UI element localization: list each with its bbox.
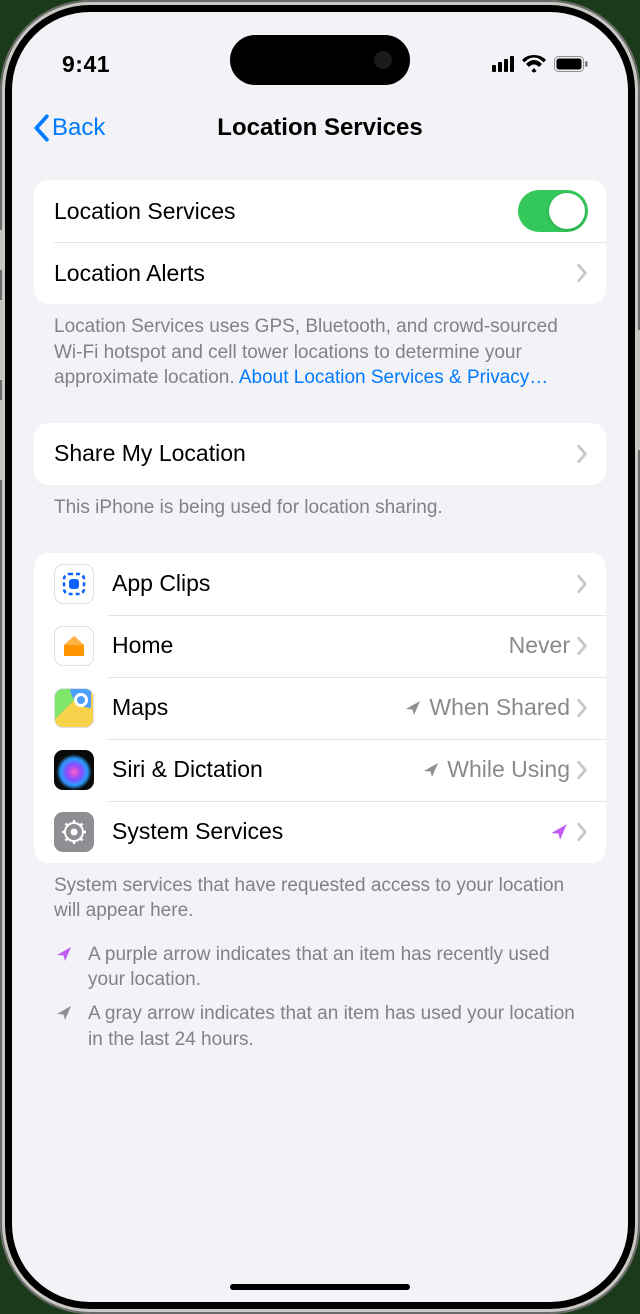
location-arrow-purple-icon <box>548 821 570 843</box>
system-services-row[interactable]: System Services <box>34 801 606 863</box>
location-arrow-gray-icon <box>403 698 423 718</box>
maps-row[interactable]: Maps When Shared <box>34 677 606 739</box>
apps-group: App Clips Home Never Maps When Shared <box>34 553 606 863</box>
home-row[interactable]: Home Never <box>34 615 606 677</box>
legend-purple-row: A purple arrow indicates that an item ha… <box>34 938 606 997</box>
legend-gray-row: A gray arrow indicates that an item has … <box>34 997 606 1056</box>
siri-label: Siri & Dictation <box>112 756 421 783</box>
chevron-right-icon <box>576 574 588 594</box>
dynamic-island <box>230 35 410 85</box>
location-arrow-purple-icon <box>54 944 74 964</box>
app-clips-label: App Clips <box>112 570 576 597</box>
maps-detail: When Shared <box>429 694 570 721</box>
home-icon <box>54 626 94 666</box>
location-alerts-row[interactable]: Location Alerts <box>34 242 606 304</box>
app-clips-row[interactable]: App Clips <box>34 553 606 615</box>
system-services-description: System services that have requested acce… <box>34 863 606 928</box>
maps-icon <box>54 688 94 728</box>
share-location-description: This iPhone is being used for location s… <box>34 485 606 525</box>
legend-purple-text: A purple arrow indicates that an item ha… <box>88 942 586 993</box>
back-label: Back <box>52 114 105 142</box>
about-privacy-link[interactable]: About Location Services & Privacy… <box>239 367 548 388</box>
chevron-right-icon <box>576 822 588 842</box>
maps-label: Maps <box>112 694 403 721</box>
chevron-right-icon <box>576 760 588 780</box>
location-services-label: Location Services <box>54 198 518 225</box>
chevron-right-icon <box>576 636 588 656</box>
system-services-label: System Services <box>112 818 548 845</box>
chevron-left-icon <box>32 114 50 142</box>
location-arrow-gray-icon <box>54 1003 74 1023</box>
location-services-group: Location Services Location Alerts <box>34 180 606 304</box>
siri-icon <box>54 750 94 790</box>
back-button[interactable]: Back <box>32 114 105 142</box>
chevron-right-icon <box>576 263 588 283</box>
home-indicator[interactable] <box>230 1284 410 1290</box>
siri-row[interactable]: Siri & Dictation While Using <box>34 739 606 801</box>
home-detail: Never <box>509 632 570 659</box>
location-services-toggle[interactable] <box>518 190 588 232</box>
location-services-description: Location Services uses GPS, Bluetooth, a… <box>34 304 606 395</box>
legend-gray-text: A gray arrow indicates that an item has … <box>88 1001 586 1052</box>
share-my-location-label: Share My Location <box>54 440 576 467</box>
location-services-row[interactable]: Location Services <box>34 180 606 242</box>
share-location-group: Share My Location <box>34 423 606 485</box>
system-services-icon <box>54 812 94 852</box>
home-label: Home <box>112 632 509 659</box>
chevron-right-icon <box>576 444 588 464</box>
share-my-location-row[interactable]: Share My Location <box>34 423 606 485</box>
siri-detail: While Using <box>447 756 570 783</box>
chevron-right-icon <box>576 698 588 718</box>
location-alerts-label: Location Alerts <box>54 260 576 287</box>
app-clips-icon <box>54 564 94 604</box>
location-arrow-gray-icon <box>421 760 441 780</box>
